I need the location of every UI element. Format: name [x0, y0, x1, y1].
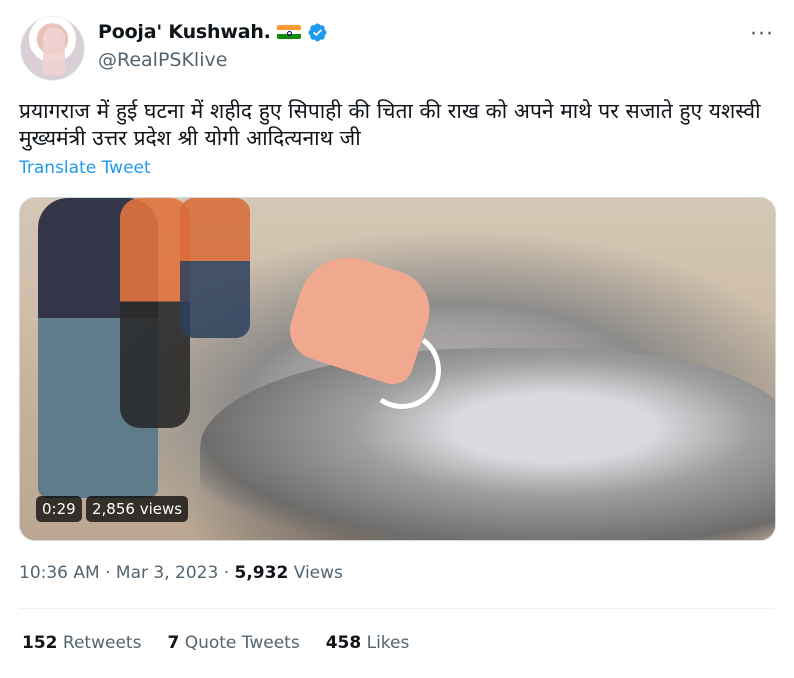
video-frame-person: [180, 198, 250, 338]
meta-separator: ·: [223, 563, 230, 583]
translate-tweet-link[interactable]: Translate Tweet: [19, 158, 151, 178]
retweets-label: Retweets: [62, 633, 142, 653]
retweets-count: 152: [22, 633, 58, 653]
avatar[interactable]: [20, 16, 85, 81]
engagement-stats: 152 Retweets 7 Quote Tweets 458 Likes: [22, 633, 409, 653]
user-name-row: Pooja' Kushwah.: [98, 21, 328, 43]
retweets-stat[interactable]: 152 Retweets: [22, 633, 141, 653]
quote-tweets-label: Quote Tweets: [184, 633, 300, 653]
views-count: 5,932: [234, 563, 289, 583]
likes-count: 458: [325, 633, 362, 653]
video-duration-badge: 0:29: [36, 496, 82, 522]
quote-tweets-count: 7: [167, 633, 180, 653]
tweet-meta: 10:36 AM · Mar 3, 2023 · 5,932 Views: [19, 563, 343, 583]
meta-separator: ·: [105, 563, 111, 583]
likes-label: Likes: [366, 633, 410, 653]
more-options-icon[interactable]: ···: [750, 22, 774, 47]
verified-badge-icon: [308, 23, 327, 41]
likes-stat[interactable]: 458 Likes: [326, 633, 410, 653]
tweet-date[interactable]: Mar 3, 2023: [116, 563, 218, 583]
divider: [19, 608, 774, 609]
video-frame-ash: [200, 348, 775, 540]
india-flag-icon: [276, 25, 301, 39]
tweet-text: प्रयागराज में हुई घटना में शहीद हुए सिपा…: [19, 99, 761, 150]
display-name[interactable]: Pooja' Kushwah.: [98, 21, 271, 43]
video-views-badge: 2,856 views: [86, 496, 189, 522]
video-player[interactable]: 0:29 2,856 views: [19, 197, 776, 541]
avatar-photo: [43, 27, 65, 75]
user-handle[interactable]: @RealPSKlive: [98, 49, 227, 71]
views-label: Views: [293, 563, 343, 583]
tweet-time[interactable]: 10:36 AM: [19, 563, 100, 583]
quote-tweets-stat[interactable]: 7 Quote Tweets: [167, 633, 299, 653]
